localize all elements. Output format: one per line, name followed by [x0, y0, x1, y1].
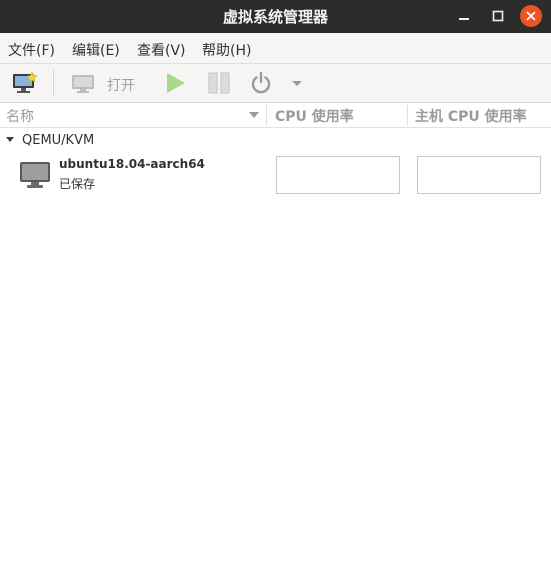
column-name[interactable]: 名称	[6, 106, 34, 126]
toolbar-separator	[53, 70, 54, 96]
play-icon	[167, 73, 185, 93]
run-button[interactable]	[163, 70, 189, 96]
cpu-usage-graph	[276, 156, 400, 194]
monitor-icon	[72, 75, 94, 93]
shutdown-button[interactable]	[248, 70, 274, 96]
column-header: 名称 CPU 使用率 主机 CPU 使用率	[0, 103, 551, 128]
expander-icon[interactable]	[5, 135, 15, 145]
host-cpu-usage-graph	[417, 156, 541, 194]
new-vm-button[interactable]	[10, 70, 40, 96]
menu-file[interactable]: 文件(F)	[8, 40, 55, 60]
power-icon	[251, 71, 271, 94]
column-divider	[266, 105, 267, 126]
maximize-icon	[492, 10, 504, 22]
column-cpu-usage[interactable]: CPU 使用率	[275, 106, 354, 126]
chevron-down-icon	[292, 81, 302, 86]
close-icon	[526, 11, 536, 21]
title-bar: 虚拟系统管理器	[0, 0, 551, 33]
vm-row[interactable]: ubuntu18.04-aarch64 已保存	[0, 153, 551, 195]
minimize-icon	[459, 18, 469, 20]
menu-view[interactable]: 查看(V)	[137, 40, 186, 60]
vm-monitor-icon	[20, 162, 50, 188]
sort-down-icon[interactable]	[247, 108, 261, 122]
new-vm-icon	[13, 71, 38, 93]
minimize-button[interactable]	[452, 5, 476, 27]
toolbar: 打开	[0, 64, 551, 103]
pause-button[interactable]	[206, 70, 232, 96]
vm-name: ubuntu18.04-aarch64	[59, 157, 205, 171]
menu-bar: 文件(F) 编辑(E) 查看(V) 帮助(H)	[0, 33, 551, 64]
pause-icon	[208, 72, 230, 94]
open-console-button[interactable]	[70, 70, 96, 96]
vm-status: 已保存	[59, 177, 96, 191]
connection-label: QEMU/KVM	[22, 133, 95, 148]
shutdown-menu-button[interactable]	[290, 70, 304, 96]
menu-edit[interactable]: 编辑(E)	[72, 40, 120, 60]
menu-help[interactable]: 帮助(H)	[202, 40, 251, 60]
close-button[interactable]	[520, 5, 542, 27]
column-host-cpu-usage[interactable]: 主机 CPU 使用率	[415, 106, 527, 126]
connection-row[interactable]: QEMU/KVM	[0, 131, 551, 151]
maximize-button[interactable]	[486, 5, 510, 27]
column-divider	[407, 105, 408, 126]
open-label[interactable]: 打开	[107, 75, 135, 95]
